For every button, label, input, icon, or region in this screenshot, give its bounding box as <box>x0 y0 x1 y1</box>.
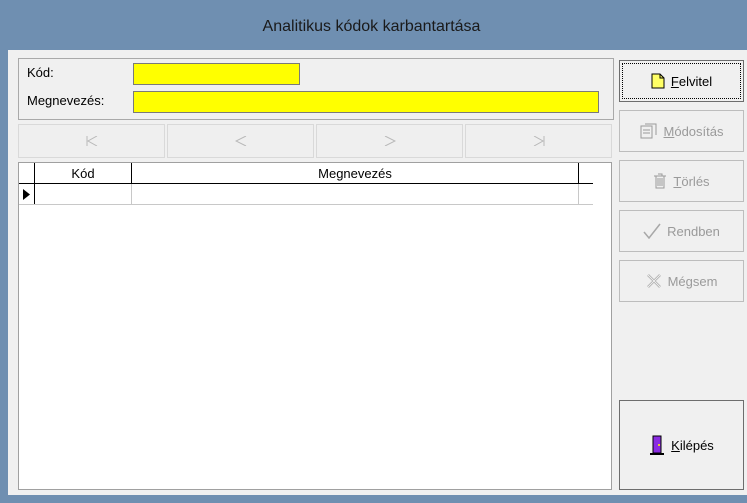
client-area: Kód: Megnevezés: Kód Megnevezés Felvitel… <box>8 50 747 495</box>
rendben-label: Rendben <box>667 223 720 239</box>
indicator-header <box>19 163 35 183</box>
kilepes-label: Kilépés <box>671 437 714 453</box>
data-grid[interactable]: Kód Megnevezés <box>18 162 612 490</box>
column-header-megnevezes[interactable]: Megnevezés <box>132 163 579 183</box>
cancel-x-icon <box>646 273 662 289</box>
modositas-button[interactable]: Módosítás <box>619 110 744 152</box>
nav-next-button[interactable] <box>316 124 463 158</box>
prior-record-icon <box>234 136 246 146</box>
kod-label: Kód: <box>27 65 54 80</box>
nav-last-button[interactable] <box>465 124 612 158</box>
kilepes-button[interactable]: Kilépés <box>619 400 744 490</box>
checkmark-icon <box>643 223 661 239</box>
new-document-icon <box>651 73 665 89</box>
torles-button[interactable]: Törlés <box>619 160 744 202</box>
torles-label: Törlés <box>673 173 710 189</box>
row-indicator <box>19 184 35 204</box>
felvitel-button[interactable]: Felvitel <box>619 60 744 102</box>
modositas-label: Módosítás <box>663 123 724 139</box>
felvitel-label: Felvitel <box>670 73 713 89</box>
current-row-arrow-icon <box>23 188 30 200</box>
megsem-label: Mégsem <box>667 273 718 289</box>
grid-header: Kód Megnevezés <box>19 163 593 184</box>
megnevezes-input[interactable] <box>133 91 599 113</box>
edit-form: Kód: Megnevezés: <box>18 58 614 120</box>
nav-prior-button[interactable] <box>167 124 314 158</box>
table-row[interactable] <box>19 184 593 205</box>
edit-document-icon <box>640 123 658 139</box>
cell-kod[interactable] <box>35 184 132 204</box>
nav-first-button[interactable] <box>18 124 165 158</box>
cell-megnevezes[interactable] <box>132 184 579 204</box>
next-record-icon <box>384 136 396 146</box>
last-record-icon <box>533 136 544 146</box>
rendben-button[interactable]: Rendben <box>619 210 744 252</box>
window-title: Analitikus kódok karbantartása <box>262 18 481 35</box>
column-header-kod[interactable]: Kód <box>35 163 132 183</box>
megnevezes-label: Megnevezés: <box>27 93 105 108</box>
title-bar: Analitikus kódok karbantartása <box>8 8 747 50</box>
record-navigator <box>18 124 612 158</box>
megsem-button[interactable]: Mégsem <box>619 260 744 302</box>
trash-icon <box>653 173 667 189</box>
main-window: Analitikus kódok karbantartása Kód: Megn… <box>8 8 747 503</box>
exit-door-icon <box>649 435 665 455</box>
kod-input[interactable] <box>133 63 300 85</box>
first-record-icon <box>86 136 97 146</box>
